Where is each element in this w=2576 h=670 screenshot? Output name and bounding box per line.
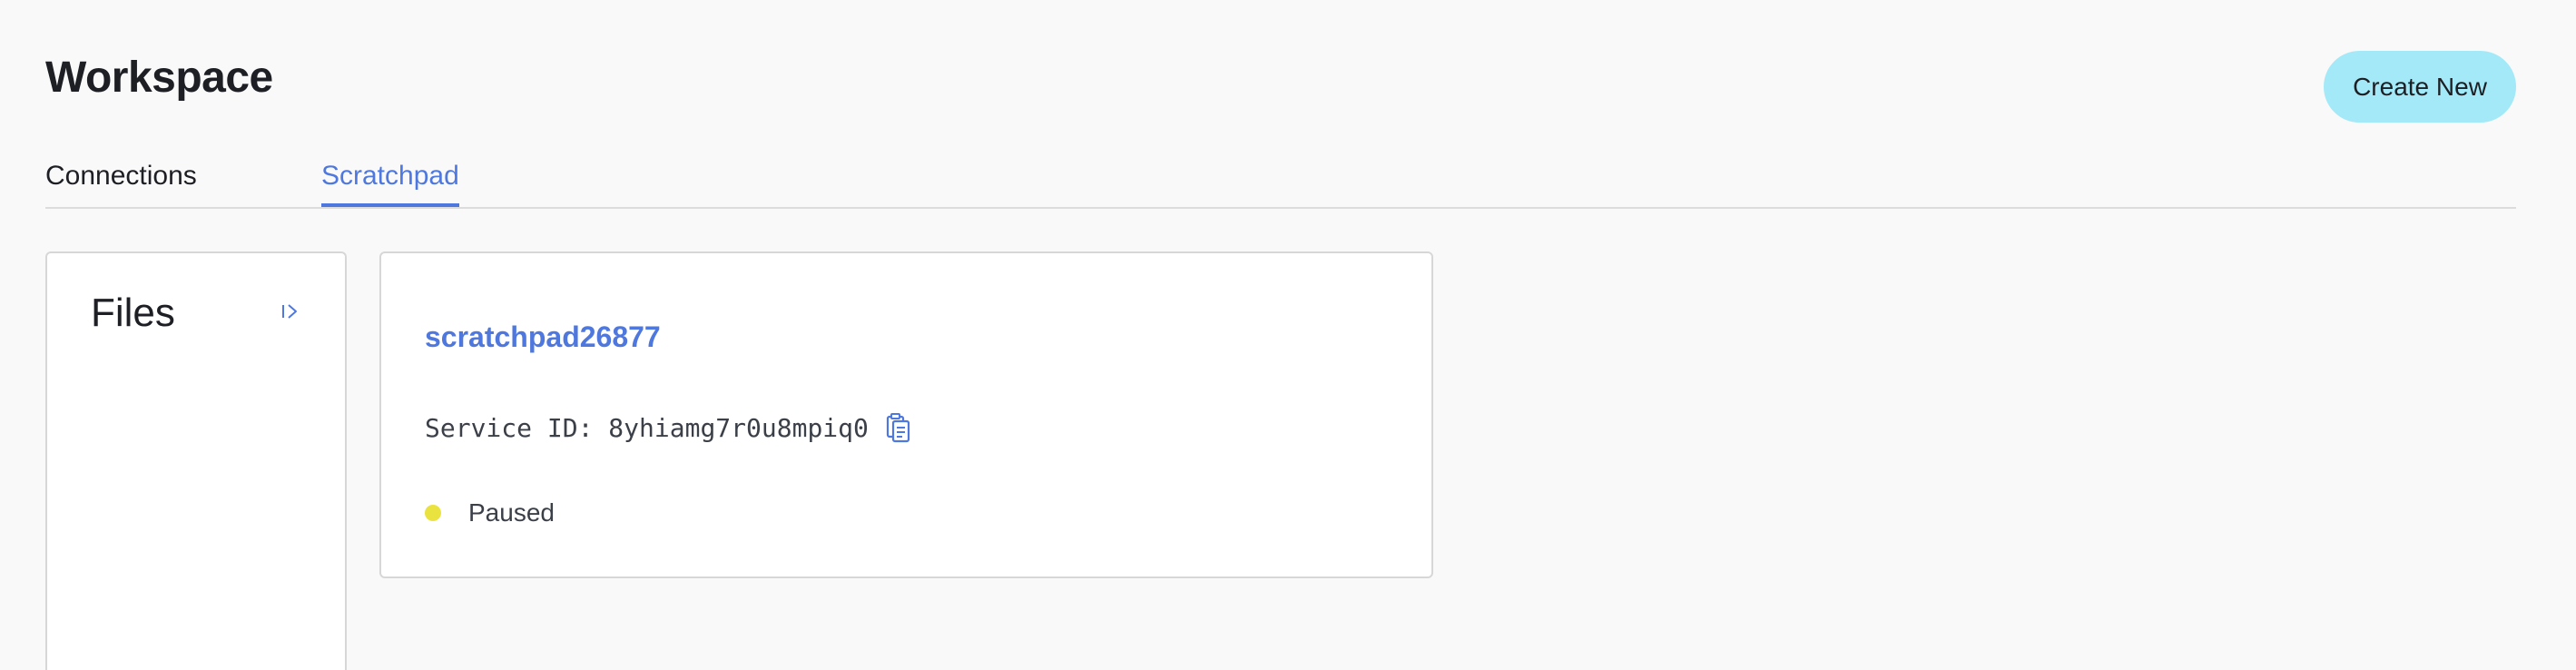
tab-connections[interactable]: Connections: [45, 160, 197, 203]
copy-icon[interactable]: [885, 412, 912, 443]
workspace-page: Workspace Create New Connections Scratch…: [0, 0, 2576, 670]
files-title: Files: [91, 291, 175, 335]
status-label: Paused: [468, 498, 555, 527]
service-id-value: 8yhiamg7r0u8mpiq0: [608, 412, 869, 443]
status-row: Paused: [425, 498, 555, 527]
files-panel: Files: [45, 251, 347, 670]
service-card: scratchpad26877 Service ID: 8yhiamg7r0u8…: [379, 251, 1433, 578]
service-id-spacer: [593, 413, 608, 443]
service-id-label: Service ID:: [425, 412, 594, 443]
create-new-button[interactable]: Create New: [2324, 51, 2516, 123]
service-name-link[interactable]: scratchpad26877: [425, 320, 661, 354]
tab-bar: Connections Scratchpad: [45, 154, 2516, 209]
panel-collapse-icon[interactable]: [280, 301, 301, 322]
page-title: Workspace: [45, 54, 273, 102]
service-id-row: Service ID: 8yhiamg7r0u8mpiq0: [425, 408, 912, 448]
status-indicator-dot: [425, 505, 441, 521]
tab-scratchpad[interactable]: Scratchpad: [321, 160, 459, 207]
